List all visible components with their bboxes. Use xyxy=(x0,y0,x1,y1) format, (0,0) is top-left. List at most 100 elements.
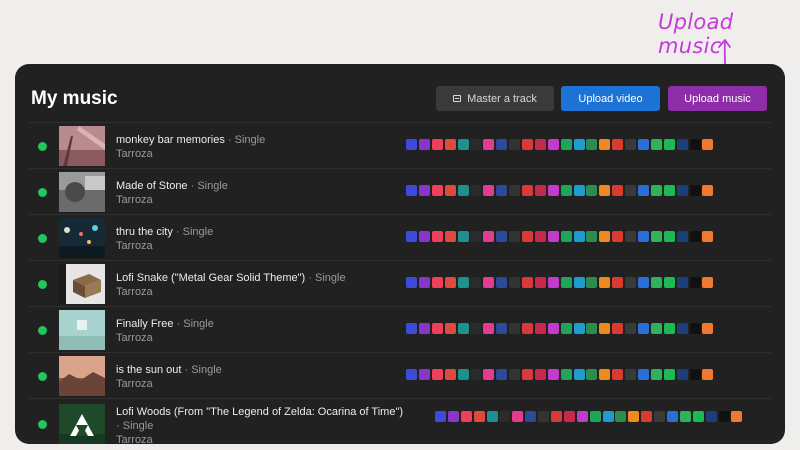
platform-icon[interactable] xyxy=(547,369,559,380)
platform-icon[interactable] xyxy=(663,185,675,196)
platform-icon[interactable] xyxy=(496,185,508,196)
platform-icon[interactable] xyxy=(470,277,482,288)
platform-icon[interactable] xyxy=(460,411,472,422)
platform-icon[interactable] xyxy=(470,369,482,380)
platform-icon[interactable] xyxy=(547,231,559,242)
platform-icon[interactable] xyxy=(573,185,585,196)
track-row[interactable]: monkey bar memories · Single Tarroza xyxy=(29,122,771,168)
platform-icon[interactable] xyxy=(406,277,417,288)
platform-icon[interactable] xyxy=(638,323,650,334)
album-art-thumbnail[interactable] xyxy=(59,218,105,258)
platform-icon[interactable] xyxy=(599,139,611,150)
platform-icon[interactable] xyxy=(689,277,701,288)
platform-icon[interactable] xyxy=(522,277,534,288)
platform-icon[interactable] xyxy=(612,185,624,196)
platform-icon[interactable] xyxy=(483,369,495,380)
platform-icon[interactable] xyxy=(705,411,717,422)
platform-icon[interactable] xyxy=(483,139,495,150)
platform-icon[interactable] xyxy=(689,231,701,242)
platform-icon[interactable] xyxy=(573,323,585,334)
platform-icon[interactable] xyxy=(509,277,521,288)
platform-icon[interactable] xyxy=(457,323,469,334)
platform-icon[interactable] xyxy=(418,369,430,380)
platform-icon[interactable] xyxy=(650,369,662,380)
platform-icon[interactable] xyxy=(638,139,650,150)
upload-video-button[interactable]: Upload video xyxy=(561,86,660,111)
platform-icon[interactable] xyxy=(509,323,521,334)
platform-icon[interactable] xyxy=(663,231,675,242)
platform-icon[interactable] xyxy=(457,139,469,150)
platform-icon[interactable] xyxy=(547,185,559,196)
platform-icon[interactable] xyxy=(418,231,430,242)
platform-icon[interactable] xyxy=(718,411,730,422)
platform-icon[interactable] xyxy=(599,277,611,288)
platform-icon[interactable] xyxy=(470,185,482,196)
platform-icon[interactable] xyxy=(509,185,521,196)
upload-music-button[interactable]: Upload music xyxy=(668,86,767,111)
platform-icon[interactable] xyxy=(444,139,456,150)
platform-icon[interactable] xyxy=(406,369,417,380)
platform-icon[interactable] xyxy=(470,323,482,334)
album-art-thumbnail[interactable] xyxy=(59,356,105,396)
platform-icon[interactable] xyxy=(496,369,508,380)
platform-icon[interactable] xyxy=(589,411,601,422)
platform-icon[interactable] xyxy=(509,369,521,380)
platform-icon[interactable] xyxy=(586,185,598,196)
platform-icon[interactable] xyxy=(663,369,675,380)
platform-icon[interactable] xyxy=(522,231,534,242)
platform-icon[interactable] xyxy=(702,277,714,288)
platform-icon[interactable] xyxy=(470,231,482,242)
platform-icon[interactable] xyxy=(560,185,572,196)
album-art-thumbnail[interactable] xyxy=(59,310,105,350)
platform-icon[interactable] xyxy=(612,369,624,380)
platform-icon[interactable] xyxy=(560,323,572,334)
platform-icon[interactable] xyxy=(663,277,675,288)
platform-icon[interactable] xyxy=(431,277,443,288)
platform-icon[interactable] xyxy=(418,185,430,196)
platform-icon[interactable] xyxy=(483,231,495,242)
platform-icon[interactable] xyxy=(676,277,688,288)
platform-icon[interactable] xyxy=(406,139,417,150)
platform-icon[interactable] xyxy=(641,411,653,422)
platform-icon[interactable] xyxy=(522,369,534,380)
platform-icon[interactable] xyxy=(560,231,572,242)
platform-icon[interactable] xyxy=(418,323,430,334)
platform-icon[interactable] xyxy=(586,139,598,150)
platform-icon[interactable] xyxy=(689,369,701,380)
platform-icon[interactable] xyxy=(615,411,627,422)
platform-icon[interactable] xyxy=(522,323,534,334)
platform-icon[interactable] xyxy=(689,185,701,196)
platform-icon[interactable] xyxy=(676,139,688,150)
platform-icon[interactable] xyxy=(689,139,701,150)
platform-icon[interactable] xyxy=(534,323,546,334)
platform-icon[interactable] xyxy=(483,277,495,288)
track-row[interactable]: Lofi Woods (From "The Legend of Zelda: O… xyxy=(29,398,771,444)
platform-icon[interactable] xyxy=(692,411,704,422)
platform-icon[interactable] xyxy=(628,411,640,422)
platform-icon[interactable] xyxy=(418,139,430,150)
platform-icon[interactable] xyxy=(496,139,508,150)
platform-icon[interactable] xyxy=(676,231,688,242)
platform-icon[interactable] xyxy=(431,185,443,196)
platform-icon[interactable] xyxy=(431,369,443,380)
platform-icon[interactable] xyxy=(444,277,456,288)
platform-icon[interactable] xyxy=(496,323,508,334)
album-art-thumbnail[interactable] xyxy=(59,172,105,212)
platform-icon[interactable] xyxy=(576,411,588,422)
platform-icon[interactable] xyxy=(483,323,495,334)
album-art-thumbnail[interactable] xyxy=(59,264,105,304)
platform-icon[interactable] xyxy=(612,323,624,334)
track-row[interactable]: thru the city · Single Tarroza xyxy=(29,214,771,260)
platform-icon[interactable] xyxy=(676,369,688,380)
platform-icon[interactable] xyxy=(418,277,430,288)
platform-icon[interactable] xyxy=(573,139,585,150)
platform-icon[interactable] xyxy=(406,185,417,196)
platform-icon[interactable] xyxy=(650,185,662,196)
platform-icon[interactable] xyxy=(431,231,443,242)
platform-icon[interactable] xyxy=(534,185,546,196)
platform-icon[interactable] xyxy=(702,185,714,196)
platform-icon[interactable] xyxy=(563,411,575,422)
platform-icon[interactable] xyxy=(444,231,456,242)
platform-icon[interactable] xyxy=(512,411,524,422)
platform-icon[interactable] xyxy=(457,277,469,288)
